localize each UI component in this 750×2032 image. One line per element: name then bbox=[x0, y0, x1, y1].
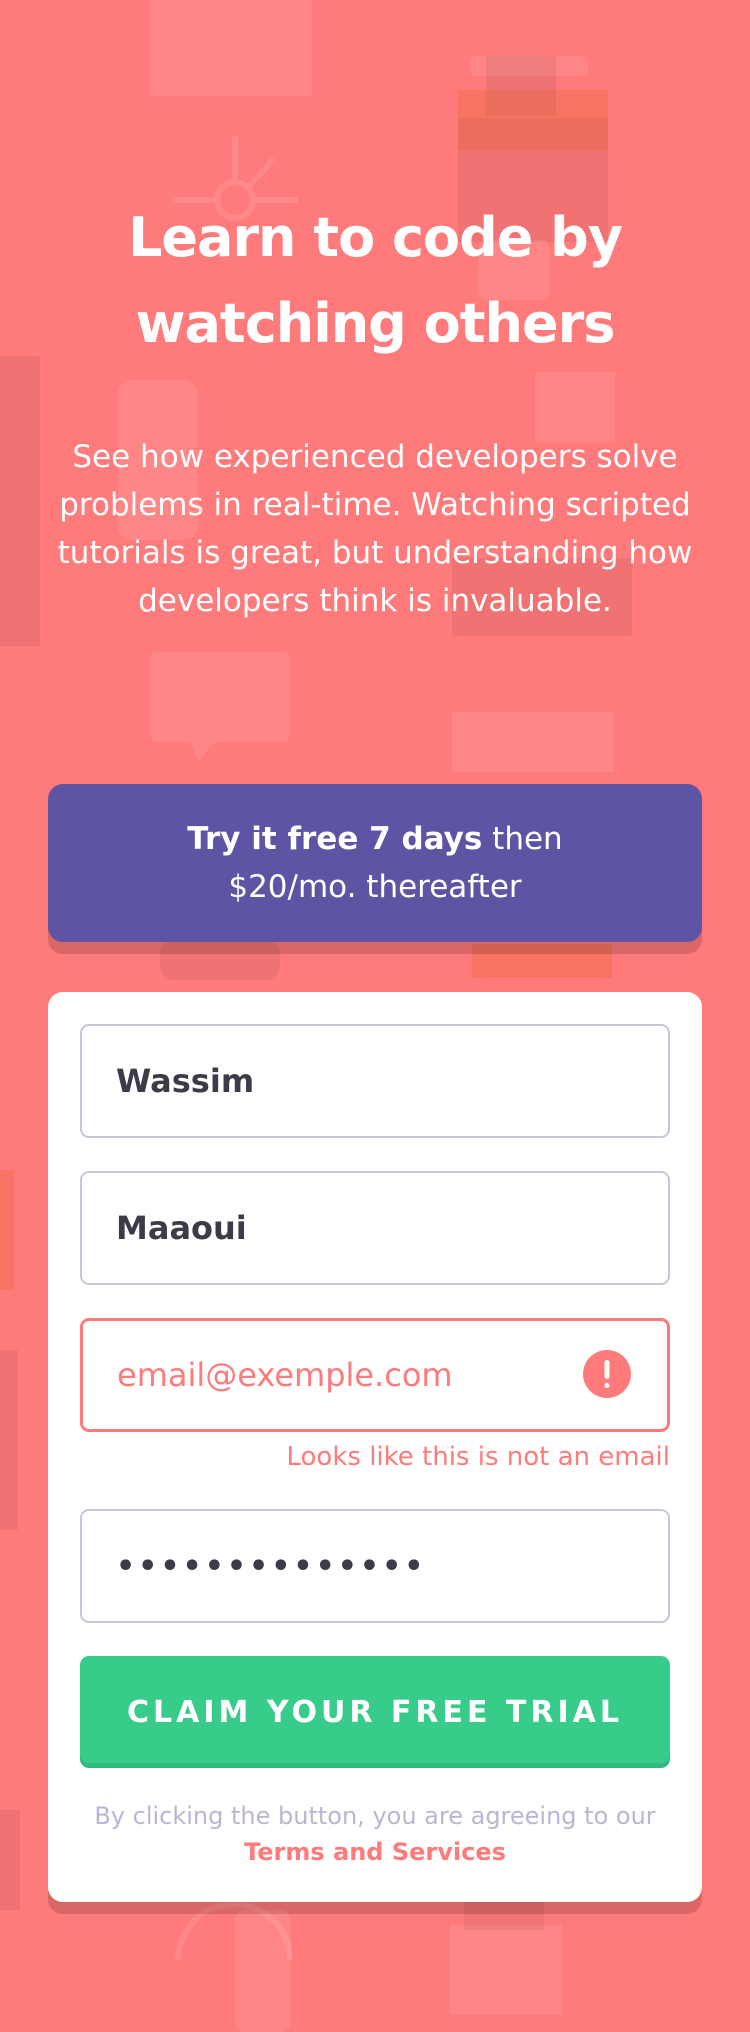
promo-text-1: then bbox=[482, 821, 563, 857]
promo-banner: Try it free 7 days then $20/mo. thereaft… bbox=[48, 784, 702, 942]
error-icon bbox=[583, 1350, 631, 1398]
terms-link[interactable]: Terms and Services bbox=[244, 1838, 506, 1866]
terms-notice: By clicking the button, you are agreeing… bbox=[80, 1798, 670, 1870]
email-error-message: Looks like this is not an email bbox=[286, 1442, 670, 1472]
first-name-input[interactable] bbox=[80, 1024, 670, 1138]
hero-title-line-1: Learn to code by bbox=[127, 206, 623, 269]
last-name-input[interactable] bbox=[80, 1171, 670, 1285]
hero-description: See how experienced developers solve pro… bbox=[57, 439, 693, 619]
promo-highlight: Try it free 7 days bbox=[187, 821, 483, 857]
page-content: Learn to code by watching others See how… bbox=[0, 0, 750, 2032]
password-input[interactable] bbox=[80, 1509, 670, 1623]
email-input[interactable] bbox=[80, 1318, 670, 1432]
hero-title: Learn to code by watching others bbox=[48, 195, 702, 367]
promo-text-2: $20/mo. thereafter bbox=[228, 869, 522, 905]
signup-form-card: Looks like this is not an email CLAIM YO… bbox=[48, 992, 702, 1902]
claim-free-trial-button[interactable]: CLAIM YOUR FREE TRIAL bbox=[80, 1656, 670, 1768]
hero-title-line-2: watching others bbox=[135, 292, 616, 355]
terms-text: By clicking the button, you are agreeing… bbox=[94, 1802, 656, 1830]
